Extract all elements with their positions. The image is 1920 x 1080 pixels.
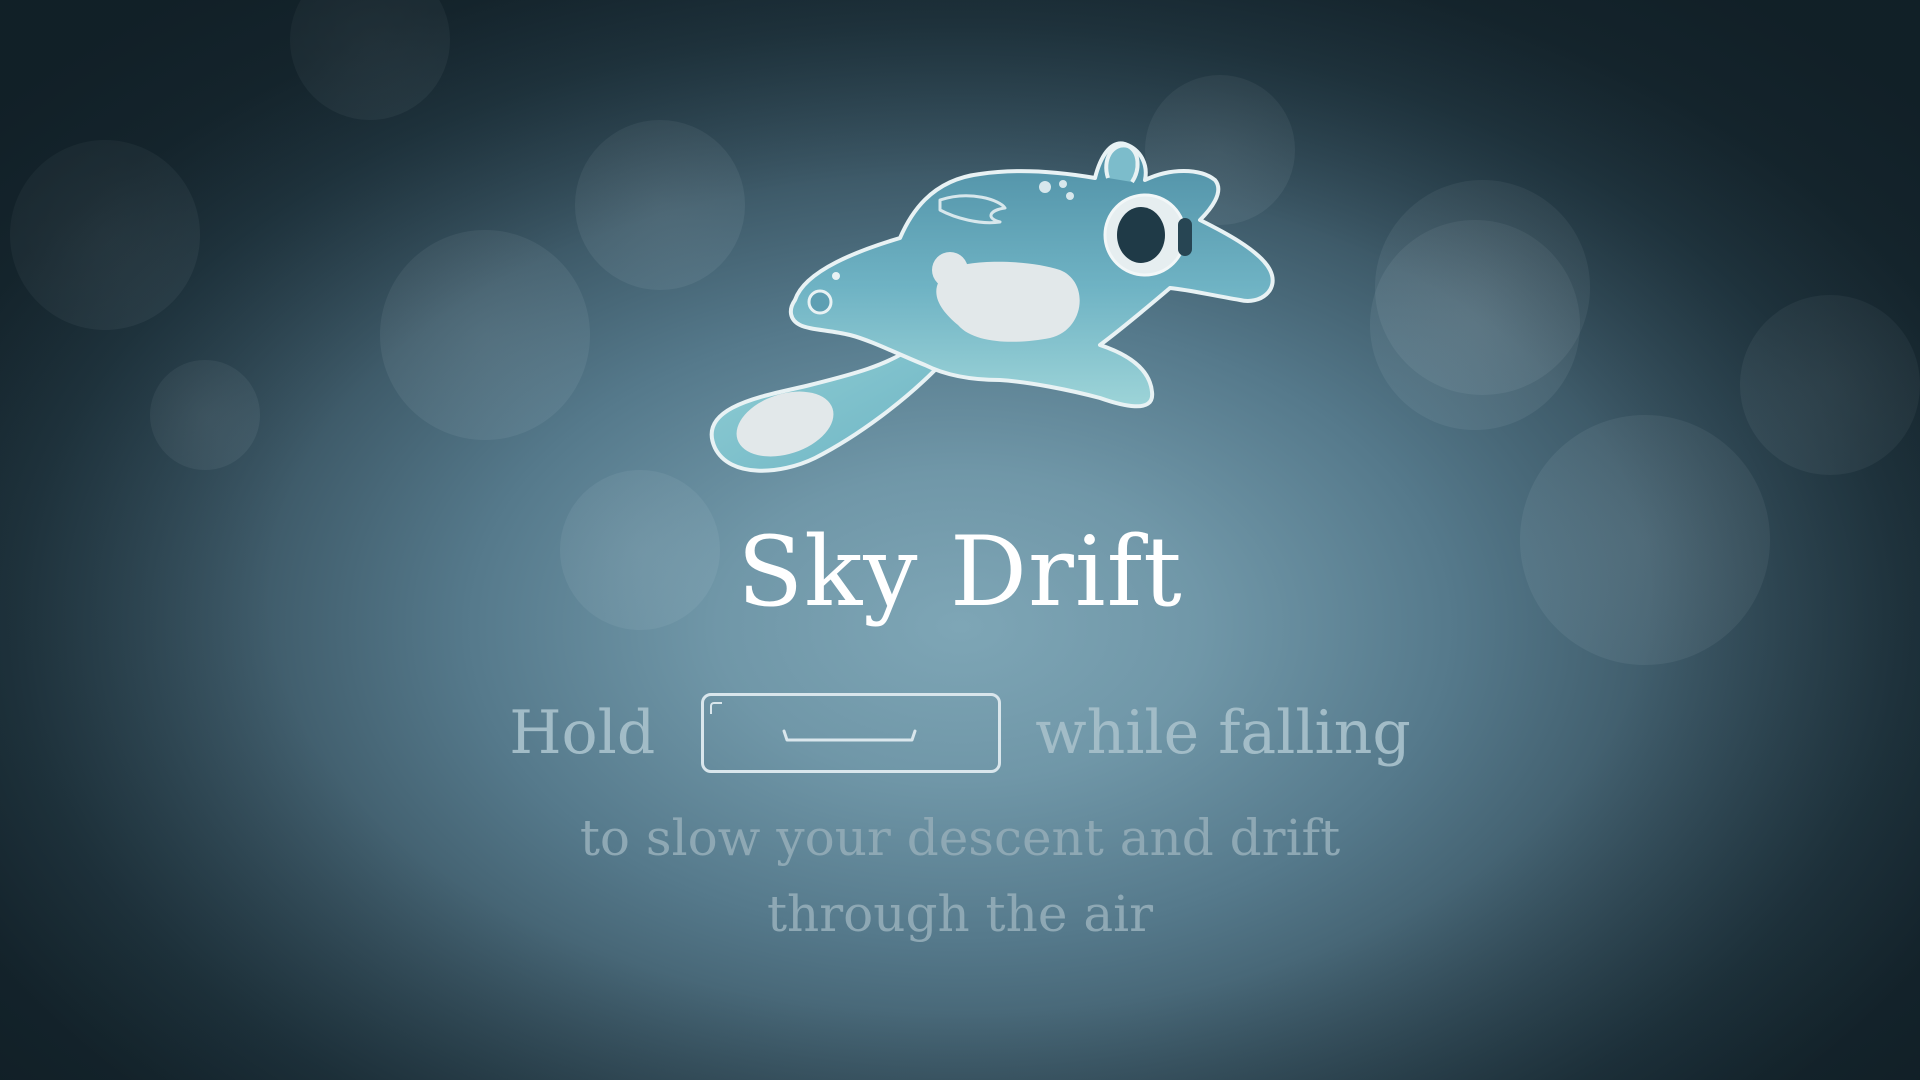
tutorial-description: to slow your descent and drift through t… bbox=[0, 800, 1920, 952]
instruction-while-falling-text: while falling bbox=[1035, 698, 1411, 768]
flying-squirrel-creature-icon bbox=[710, 141, 1275, 473]
spacebar-icon bbox=[701, 693, 1002, 773]
tutorial-title: Sky Drift bbox=[737, 516, 1183, 628]
instruction-hold-text: Hold bbox=[509, 698, 656, 768]
description-line: to slow your descent and drift bbox=[579, 809, 1341, 867]
instruction-row: Hold while falling bbox=[0, 688, 1920, 778]
tutorial-screen: Sky Drift Hold while falling to slow you… bbox=[0, 0, 1920, 1080]
description-line: through the air bbox=[766, 885, 1154, 943]
